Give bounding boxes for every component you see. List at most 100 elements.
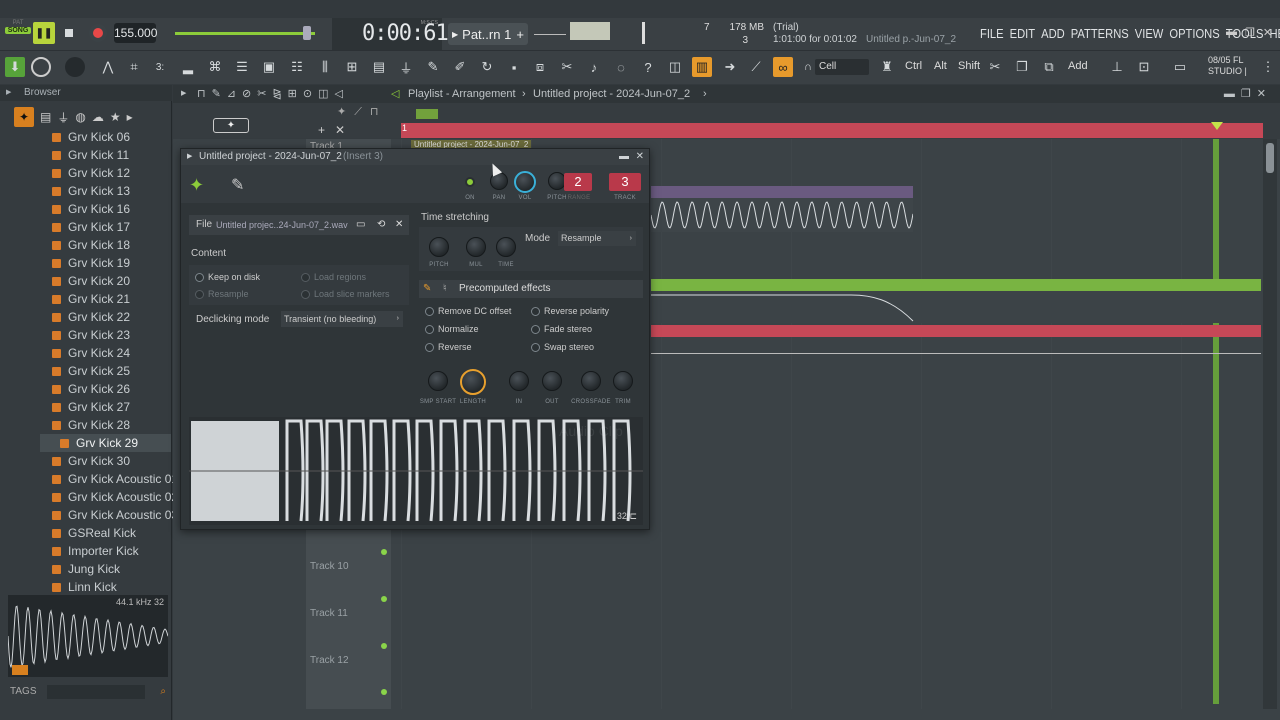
master-volume-slider[interactable] <box>175 32 315 35</box>
mic-icon[interactable]: ♪ <box>584 57 604 77</box>
ts-time-knob[interactable] <box>496 237 516 257</box>
browser-all-icon[interactable]: ✦ <box>14 107 34 127</box>
remove-dc-radio[interactable] <box>425 307 434 317</box>
piano-roll-icon[interactable]: ▣ <box>259 57 279 77</box>
browser-item[interactable]: Grv Kick 26 <box>52 380 130 398</box>
midi-icon[interactable]: ⧈ <box>530 57 550 77</box>
add-pattern-icon[interactable]: + <box>516 27 524 42</box>
resample-option[interactable]: Resample <box>195 289 249 300</box>
browser-item[interactable]: Grv Kick Acoustic 03 <box>52 506 178 524</box>
time-ruler[interactable] <box>401 123 1263 138</box>
browser-item[interactable]: Grv Kick 11 <box>52 146 129 164</box>
cut-icon[interactable]: ✂ <box>557 57 577 77</box>
length-knob[interactable] <box>460 369 486 395</box>
tempo-display[interactable]: 155.000 <box>114 23 157 43</box>
fade-stereo-radio[interactable] <box>531 325 540 335</box>
stamp-icon[interactable]: ✐ <box>450 57 470 77</box>
cart-icon[interactable]: ⊡ <box>1134 57 1154 77</box>
flag-icon[interactable]: ▭ <box>1168 57 1192 77</box>
browser-item[interactable]: Grv Kick Acoustic 01 <box>52 470 178 488</box>
wait-icon[interactable]: ⌗ <box>124 57 144 77</box>
link-orange-icon[interactable]: ∞ <box>773 57 793 77</box>
record-button[interactable] <box>89 24 107 42</box>
paste-icon[interactable]: ⧉ <box>1039 57 1059 77</box>
play-button[interactable]: ❚❚ <box>33 22 55 44</box>
resample-radio[interactable] <box>195 290 204 300</box>
blend-icon[interactable]: ⌘ <box>205 57 225 77</box>
normalize-radio[interactable] <box>425 325 434 335</box>
waveform-tab-icon[interactable]: ✦ <box>189 175 204 196</box>
mixer-icon[interactable]: ⫼ <box>315 57 335 77</box>
red-clip[interactable] <box>651 325 1261 337</box>
browser-item[interactable]: Grv Kick Acoustic 02 <box>52 488 178 506</box>
arrow-right-icon[interactable]: ➜ <box>720 57 740 77</box>
browser-item[interactable]: Grv Kick 27 <box>52 398 130 416</box>
clear-icon[interactable]: ✕ <box>395 215 403 235</box>
restore-icon[interactable]: ❐ <box>1245 26 1255 39</box>
menu-options[interactable]: OPTIONS <box>1169 26 1219 41</box>
snap-orange-icon[interactable]: ▥ <box>692 57 712 77</box>
browser-icon[interactable]: ⊞ <box>342 57 362 77</box>
browser-more-icon[interactable]: ▸ <box>127 110 133 124</box>
in-knob[interactable] <box>509 371 529 391</box>
tags-input[interactable] <box>47 685 145 699</box>
close-icon[interactable]: ✕ <box>1263 26 1272 39</box>
master-volume-handle[interactable] <box>303 26 311 40</box>
mixer-link-icon[interactable]: ☰ <box>232 57 252 77</box>
browser-item[interactable]: Jung Kick <box>52 560 120 578</box>
remove-dc-option[interactable]: Remove DC offset <box>425 306 511 317</box>
step-edit-icon[interactable]: ▂ <box>178 57 198 77</box>
browser-item[interactable]: Grv Kick 16 <box>52 200 130 218</box>
browser-item[interactable]: Grv Kick 30 <box>52 452 130 470</box>
playlist-scrollbar[interactable] <box>1263 139 1277 709</box>
dialog-close-icon[interactable]: ✕ <box>636 149 644 165</box>
snap-selector[interactable]: Cell <box>815 59 869 75</box>
copy-icon[interactable]: ❐ <box>1012 57 1032 77</box>
range-box[interactable]: 2 <box>564 173 592 191</box>
reverse-option[interactable]: Reverse <box>425 342 472 353</box>
track-tool-icons[interactable]: +✕ <box>318 123 355 137</box>
dialog-minimize-icon[interactable]: ▬ <box>619 149 629 165</box>
lower-clip[interactable] <box>651 353 1261 371</box>
scissors-icon[interactable]: ✂ <box>985 57 1005 77</box>
browser-item[interactable]: Grv Kick 22 <box>52 308 130 326</box>
menu-view[interactable]: VIEW <box>1135 26 1164 41</box>
playlist-play-icon[interactable]: ◁ <box>391 85 399 103</box>
more-icon[interactable]: ⋮ <box>1258 57 1278 77</box>
reverse-radio[interactable] <box>425 343 434 353</box>
browser-plugin-icon[interactable]: ⏚ <box>57 109 69 126</box>
trim-knob[interactable] <box>613 371 633 391</box>
green-clip[interactable] <box>651 279 1261 323</box>
download-icon[interactable]: ⬇ <box>5 57 25 77</box>
ts-pitch-knob[interactable] <box>429 237 449 257</box>
precomputed-wrench-icon[interactable]: ✎ <box>423 280 431 298</box>
normalize-option[interactable]: Normalize <box>425 324 479 335</box>
load-regions-option[interactable]: Load regions <box>301 272 366 283</box>
chat-icon[interactable]: ◌ <box>611 57 631 77</box>
browser-item[interactable]: Grv Kick 25 <box>52 362 130 380</box>
preview-play-icon[interactable] <box>12 665 28 675</box>
smp-start-knob[interactable] <box>428 371 448 391</box>
menu-edit[interactable]: EDIT <box>1010 26 1035 41</box>
help-icon[interactable]: ? <box>638 57 658 77</box>
out-knob[interactable] <box>542 371 562 391</box>
metronome-knob[interactable] <box>31 57 51 77</box>
browser-item[interactable]: Grv Kick 18 <box>52 236 130 254</box>
save-icon[interactable]: ▪ <box>504 57 524 77</box>
playlist-tools-icons[interactable]: ⊓✎⊿⊘✂⧎⊞⊙◫◁ <box>197 85 349 103</box>
scrollbar-thumb[interactable] <box>1266 143 1274 173</box>
track-mute-dot-10[interactable] <box>381 596 387 602</box>
browser-item[interactable]: Grv Kick 21 <box>52 290 130 308</box>
browser-item[interactable]: Grv Kick 28 <box>52 416 130 434</box>
browser-item[interactable]: Importer Kick <box>52 542 139 560</box>
wrench-tab-icon[interactable]: ✎ <box>231 175 244 195</box>
browser-item[interactable]: Grv Kick 17 <box>52 218 130 236</box>
refresh-icon[interactable]: ↻ <box>477 57 497 77</box>
track-mute-dot-11[interactable] <box>381 643 387 649</box>
browser-item[interactable]: GSReal Kick <box>52 524 136 542</box>
sample-waveform[interactable]: Audio Clip 32 ⊏ <box>189 417 643 525</box>
browser-item[interactable]: Grv Kick 06 <box>52 128 130 146</box>
on-led[interactable] <box>465 177 475 187</box>
mode-select[interactable]: Resample › <box>558 231 636 246</box>
reload-icon[interactable]: ⟲ <box>377 215 385 235</box>
